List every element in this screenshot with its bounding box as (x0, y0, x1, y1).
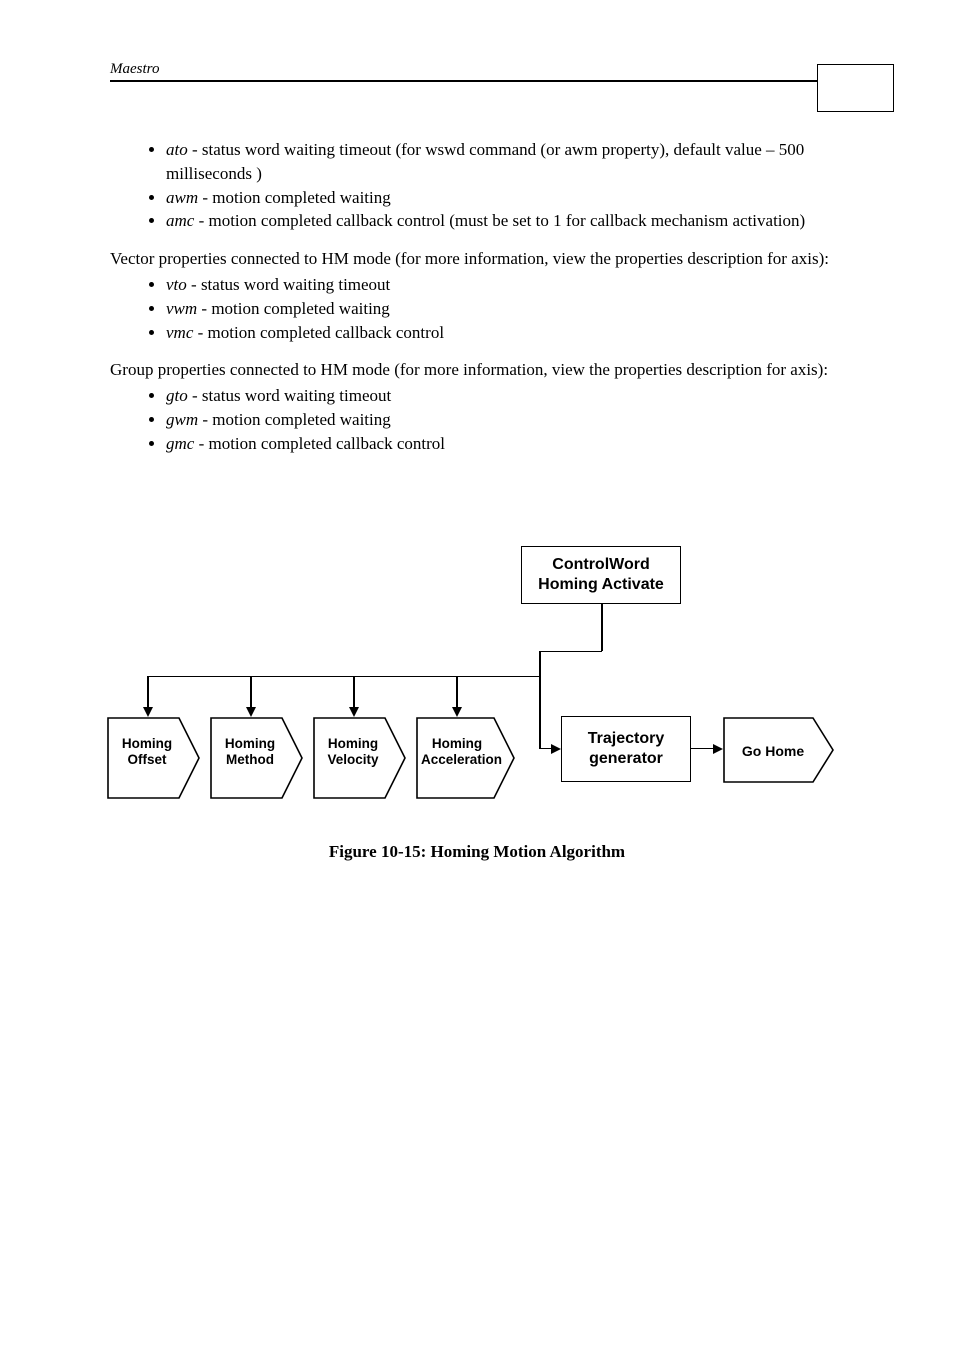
homing-method-label: HomingMethod (220, 736, 280, 768)
list-item: gmc - motion completed callback control (166, 432, 844, 456)
homing-offset-label: HomingOffset (117, 736, 177, 768)
list-item: vto - status word waiting timeout (166, 273, 844, 297)
arrowhead-right-icon (713, 744, 723, 754)
list-item: amc - motion completed callback control … (166, 209, 844, 233)
vector-properties-list: vto - status word waiting timeout vwm - … (110, 273, 844, 344)
axis-properties-list: ato - status word waiting timeout (for w… (110, 138, 844, 233)
homing-accel-label: HomingAcceleration (421, 736, 493, 768)
drop-1 (250, 677, 252, 709)
go-home-label: Go Home (733, 743, 813, 760)
doc-header: Maestro (110, 61, 159, 77)
h-line-top (539, 651, 602, 653)
list-item: ato - status word waiting timeout (for w… (166, 138, 844, 186)
arrowhead-down-icon (246, 707, 256, 717)
drop-0 (147, 677, 149, 709)
v-down (539, 677, 541, 749)
drop-3 (456, 677, 458, 709)
bus-line (147, 676, 540, 678)
to-gohome (691, 748, 715, 750)
group-intro: Group properties connected to HM mode (f… (110, 358, 844, 382)
list-item: vmc - motion completed callback control (166, 321, 844, 345)
list-item: awm - motion completed waiting (166, 186, 844, 210)
homing-diagram: ControlWordHoming Activate HomingOffset (117, 546, 837, 836)
homing-velocity-label: HomingVelocity (323, 736, 383, 768)
vector-intro: Vector properties connected to HM mode (… (110, 247, 844, 271)
corner-box (817, 64, 894, 112)
down-line (601, 604, 603, 651)
trajectory-box: Trajectorygenerator (561, 716, 691, 782)
list-item: gwm - motion completed waiting (166, 408, 844, 432)
controlword-box: ControlWordHoming Activate (521, 546, 681, 604)
group-properties-list: gto - status word waiting timeout gwm - … (110, 384, 844, 455)
arrowhead-down-icon (349, 707, 359, 717)
arrowhead-down-icon (143, 707, 153, 717)
v-join (539, 651, 541, 677)
arrowhead-right-icon (551, 744, 561, 754)
list-item: gto - status word waiting timeout (166, 384, 844, 408)
figure-caption: Figure 10-15: Homing Motion Algorithm (110, 842, 844, 862)
drop-2 (353, 677, 355, 709)
arrowhead-down-icon (452, 707, 462, 717)
list-item: vwm - motion completed waiting (166, 297, 844, 321)
